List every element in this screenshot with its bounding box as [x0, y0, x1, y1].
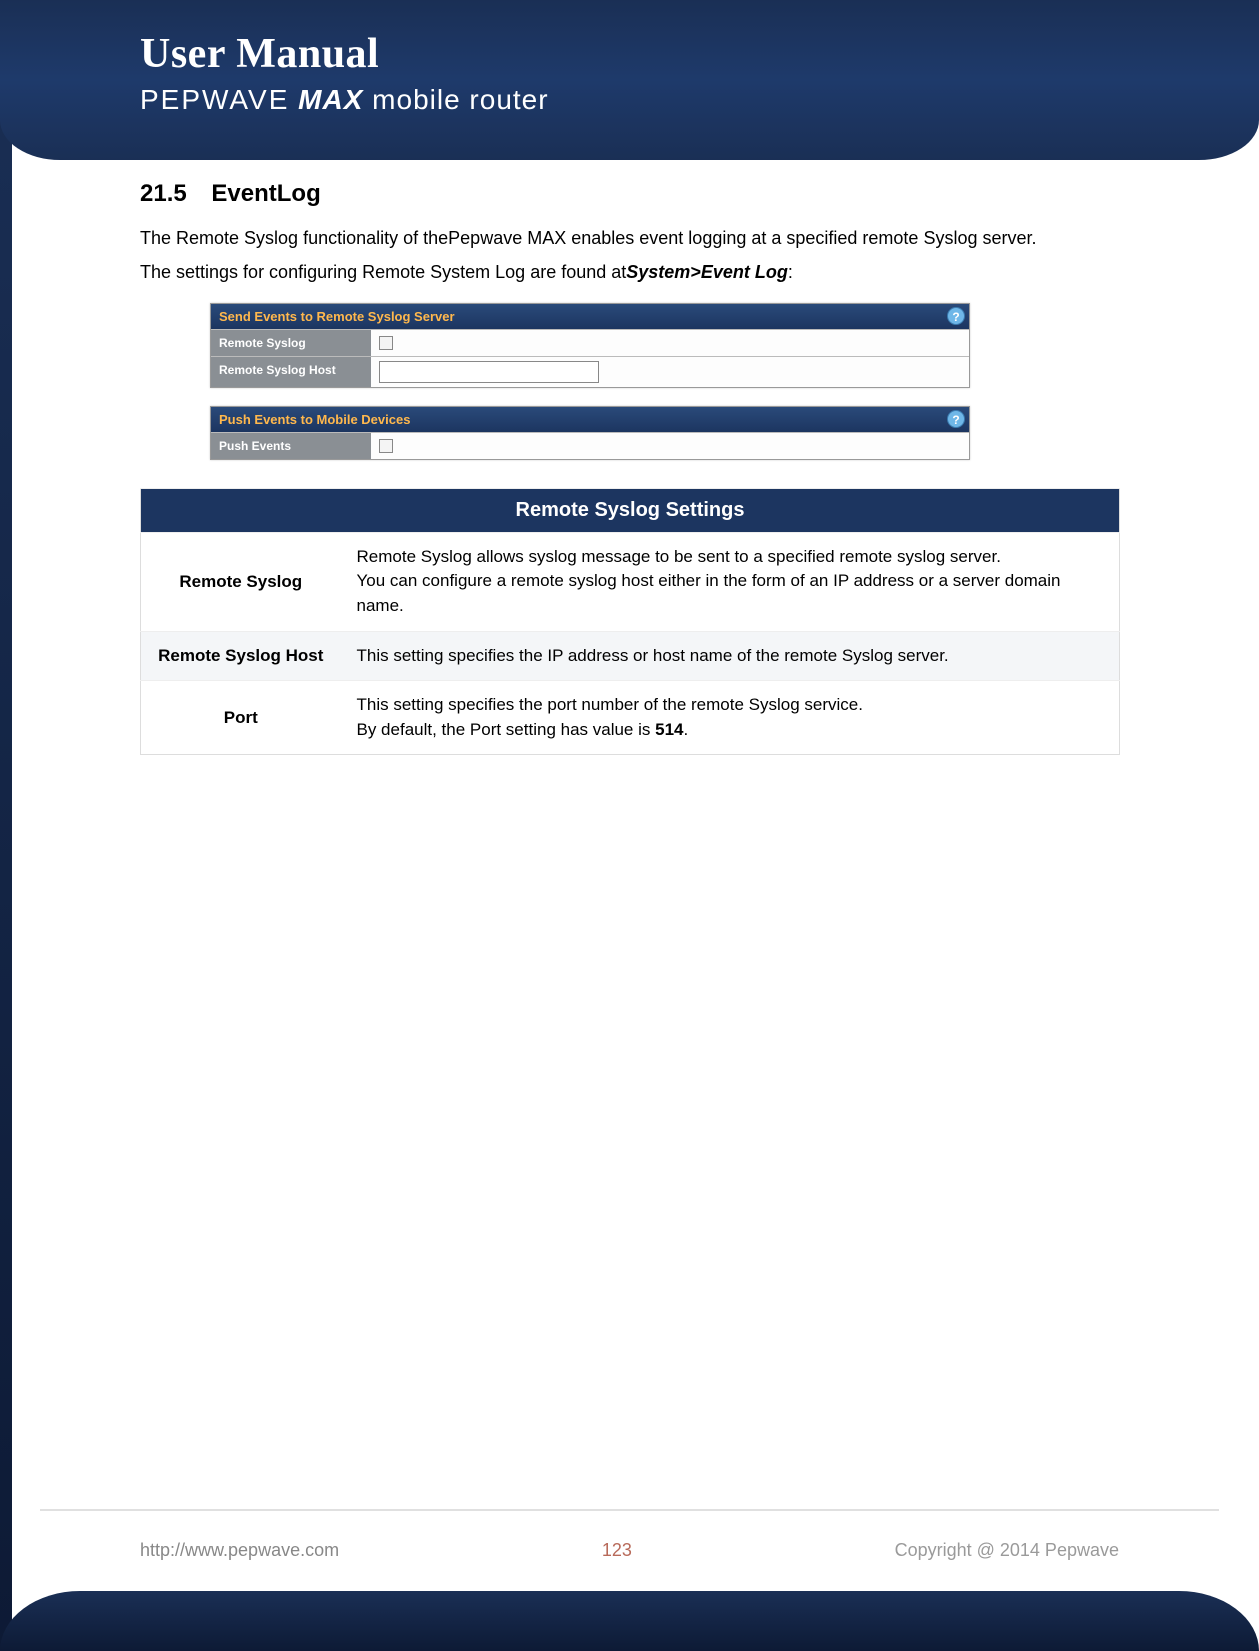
push-events-panel-header: Push Events to Mobile Devices ? — [211, 407, 969, 432]
footer-divider — [40, 1509, 1219, 1511]
syslog-panel-title: Send Events to Remote Syslog Server — [219, 309, 455, 324]
push-events-panel-title: Push Events to Mobile Devices — [219, 412, 410, 427]
document-page: User Manual PEPWAVE MAX mobile router 21… — [0, 0, 1259, 1651]
row-label: Remote Syslog Host — [211, 357, 371, 387]
intro-paragraph-2: The settings for configuring Remote Syst… — [140, 260, 1119, 284]
row-value — [371, 433, 969, 459]
remote-syslog-checkbox[interactable] — [379, 336, 393, 350]
row-value — [371, 330, 969, 356]
setting-label: Port — [141, 681, 341, 755]
section-heading: 21.5 EventLog — [140, 180, 1119, 208]
settings-table: Remote Syslog Settings Remote Syslog Rem… — [140, 488, 1120, 756]
help-icon[interactable]: ? — [947, 307, 965, 325]
footer-arc-decoration — [0, 1591, 1259, 1651]
desc-line: You can configure a remote syslog host e… — [357, 569, 1104, 618]
settings-table-title: Remote Syslog Settings — [141, 488, 1120, 532]
footer-page-number: 123 — [602, 1540, 632, 1561]
desc-line: Remote Syslog allows syslog message to b… — [357, 545, 1104, 570]
syslog-panel: Send Events to Remote Syslog Server ? Re… — [210, 303, 970, 388]
push-events-panel: Push Events to Mobile Devices ? Push Eve… — [210, 406, 970, 460]
ui-screenshot-area: Send Events to Remote Syslog Server ? Re… — [210, 303, 970, 460]
brand-name: PEPWAVE — [140, 84, 289, 115]
table-row: Remote Syslog Remote Syslog allows syslo… — [141, 532, 1120, 631]
setting-desc: This setting specifies the port number o… — [341, 681, 1120, 755]
manual-title: User Manual — [140, 30, 1259, 78]
panel-row: Remote Syslog — [211, 329, 969, 356]
footer-copyright: Copyright @ 2014 Pepwave — [895, 1540, 1119, 1561]
main-content: 21.5 EventLog The Remote Syslog function… — [140, 180, 1119, 755]
header-content: User Manual PEPWAVE MAX mobile router — [0, 0, 1259, 116]
desc-line: By default, the Port setting has value i… — [357, 718, 1104, 743]
section-title: EventLog — [211, 180, 320, 207]
default-port-value: 514 — [655, 720, 683, 739]
table-row: Port This setting specifies the port num… — [141, 681, 1120, 755]
table-row: Remote Syslog Host This setting specifie… — [141, 631, 1120, 681]
row-label: Remote Syslog — [211, 330, 371, 356]
panel-row: Remote Syslog Host — [211, 356, 969, 387]
page-footer: http://www.pepwave.com 123 Copyright @ 2… — [0, 1540, 1259, 1561]
product-subtitle: PEPWAVE MAX mobile router — [140, 84, 1259, 116]
intro-paragraph-1: The Remote Syslog functionality of thePe… — [140, 226, 1119, 250]
para2-suffix: : — [788, 262, 793, 282]
desc-pre: By default, the Port setting has value i… — [357, 720, 656, 739]
footer-url: http://www.pepwave.com — [140, 1540, 339, 1561]
para2-pre: The settings for configuring Remote Syst… — [140, 262, 626, 282]
setting-label: Remote Syslog Host — [141, 631, 341, 681]
help-icon[interactable]: ? — [947, 410, 965, 428]
row-value — [371, 357, 969, 387]
remote-syslog-host-input[interactable] — [379, 361, 599, 383]
nav-path: System>Event Log — [626, 262, 788, 282]
header-band: User Manual PEPWAVE MAX mobile router — [0, 0, 1259, 160]
section-number: 21.5 — [140, 180, 187, 207]
push-events-checkbox[interactable] — [379, 439, 393, 453]
setting-desc: Remote Syslog allows syslog message to b… — [341, 532, 1120, 631]
desc-suf: . — [684, 720, 689, 739]
table-head-row: Remote Syslog Settings — [141, 488, 1120, 532]
setting-desc: This setting specifies the IP address or… — [341, 631, 1120, 681]
left-edge-decoration — [0, 0, 12, 1651]
desc-line: This setting specifies the port number o… — [357, 693, 1104, 718]
product-name: MAX — [298, 84, 363, 115]
syslog-panel-header: Send Events to Remote Syslog Server ? — [211, 304, 969, 329]
product-suffix: mobile router — [372, 84, 548, 115]
setting-label: Remote Syslog — [141, 532, 341, 631]
panel-row: Push Events — [211, 432, 969, 459]
desc-line: This setting specifies the IP address or… — [357, 644, 1104, 669]
row-label: Push Events — [211, 433, 371, 459]
